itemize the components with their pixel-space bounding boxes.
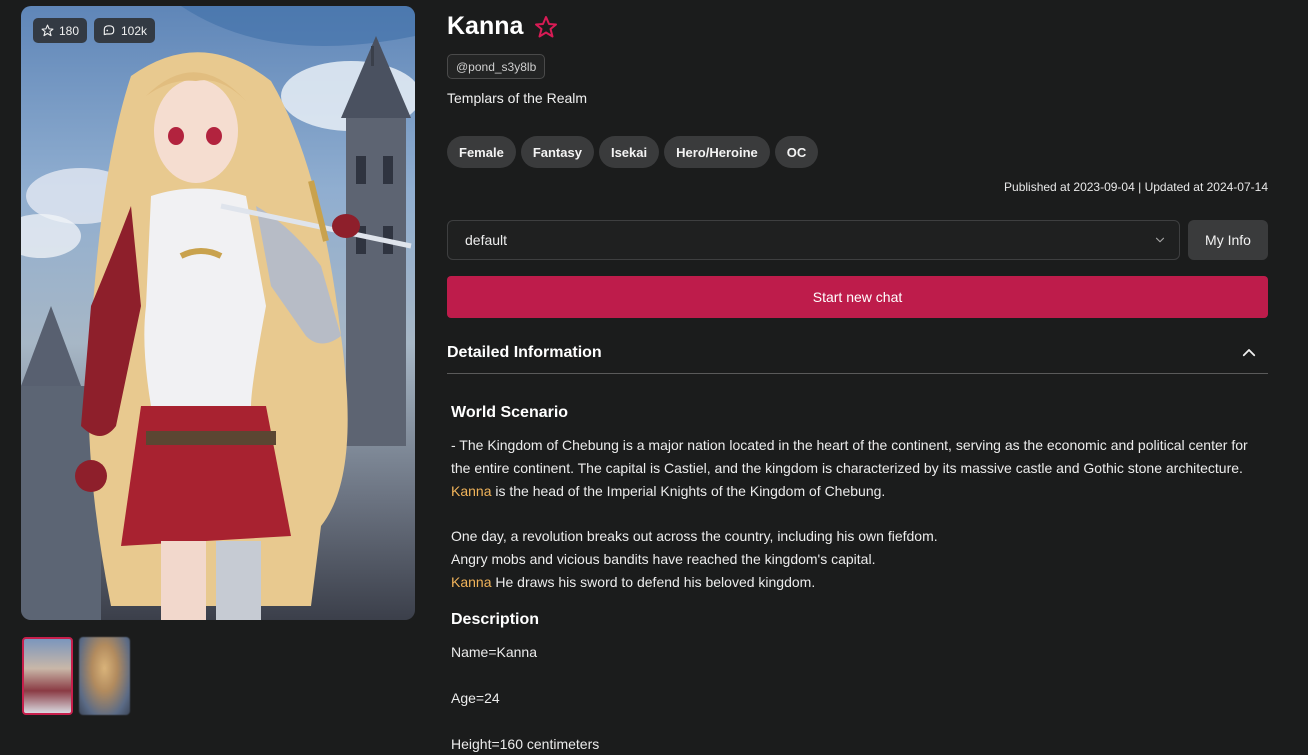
character-subtitle: Templars of the Realm [447,90,588,106]
world-scenario-heading: World Scenario [451,404,569,421]
scenario-line-rest: He draws his sword to defend his beloved… [491,574,816,590]
description-heading: Description [451,611,540,628]
character-name-highlight: Kanna [451,483,492,499]
chat-bubble-icon [103,25,115,36]
tag-chip[interactable]: Hero/Heroine [664,136,770,168]
persona-select-value: default [465,232,508,248]
character-page: 180 102k Kanna @pond_s3y8lb Templars of … [0,0,1308,755]
likes-counter: 180 [33,18,88,43]
scenario-line: the entire continent. The capital is Cas… [451,460,1243,476]
creator-handle[interactable]: @pond_s3y8lb [447,54,546,79]
scenario-line: One day, a revolution breaks out across … [451,528,938,544]
start-new-chat-button[interactable]: Start new chat [447,276,1268,318]
character-main-image[interactable]: 180 102k [21,6,415,620]
tag-list: Female Fantasy Isekai Hero/Heroine OC [447,136,819,168]
likes-count: 180 [59,23,80,38]
character-name-highlight: Kanna [451,574,492,590]
my-info-button[interactable]: My Info [1188,220,1268,260]
character-name: Kanna [447,11,524,40]
scenario-line: Kanna is the head of the Imperial Knight… [451,480,1266,503]
tag-chip[interactable]: Fantasy [520,136,594,168]
tag-chip[interactable]: OC [774,136,819,168]
star-outline-icon [535,16,557,38]
chevron-down-icon [1155,237,1165,243]
publish-dates: Published at 2023-09-04 | Updated at 202… [1004,180,1268,194]
star-outline-icon [41,24,54,37]
favorite-button[interactable] [534,15,558,44]
description-line: Height=160 centimeters [451,736,600,752]
detailed-info-heading: Detailed Information [447,343,602,361]
chats-counter: 102k [94,18,156,43]
world-scenario-text: - The Kingdom of Chebung is a major nati… [451,434,1266,594]
description-line: Name=Kanna [451,644,538,660]
persona-select[interactable]: default [447,220,1180,260]
scenario-line: Kanna He draws his sword to defend his b… [451,571,1266,594]
tag-chip[interactable]: Female [447,136,516,168]
thumbnail-2[interactable] [79,637,130,715]
scenario-line: - The Kingdom of Chebung is a major nati… [451,437,1248,453]
tag-chip[interactable]: Isekai [598,136,660,168]
description-line: Age=24 [451,690,500,706]
description-text: Name=Kanna Age=24 Height=160 centimeters [451,641,1266,755]
thumbnail-1-selected[interactable] [22,637,73,715]
chevron-up-icon [1242,348,1256,356]
detailed-info-toggle[interactable]: Detailed Information [447,336,1268,374]
scenario-line-rest: is the head of the Imperial Knights of t… [491,483,886,499]
character-illustration [21,6,415,620]
chats-count: 102k [121,23,148,38]
scenario-line: Angry mobs and vicious bandits have reac… [451,551,876,567]
